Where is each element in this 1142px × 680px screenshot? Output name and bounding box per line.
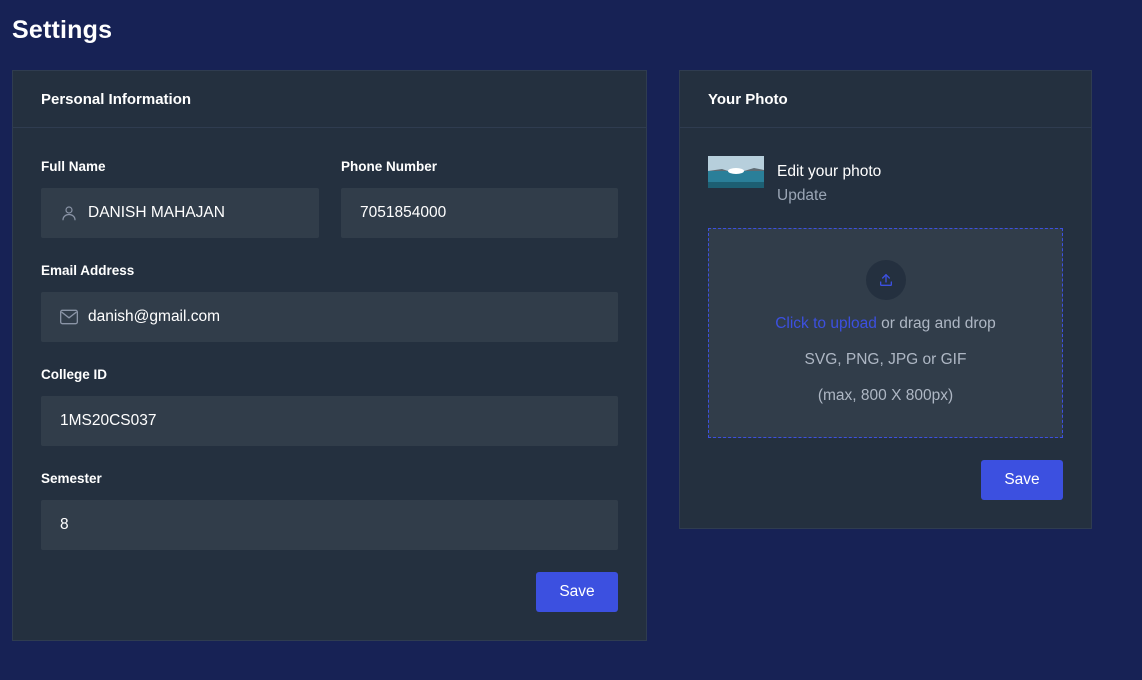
semester-label: Semester [41, 471, 102, 486]
upload-icon [866, 260, 906, 300]
mail-icon [59, 307, 79, 327]
semester-value: 8 [60, 516, 69, 533]
your-photo-card: Your Photo Edit your photo Update Click … [679, 70, 1092, 529]
click-to-upload-link[interactable]: Click to upload [775, 315, 877, 332]
email-address-field[interactable]: danish@gmail.com [41, 292, 618, 342]
your-photo-header: Your Photo [680, 71, 1091, 128]
email-address-value: danish@gmail.com [88, 308, 221, 325]
dropzone-formats: SVG, PNG, JPG or GIF [804, 351, 967, 368]
drag-drop-text: or drag and drop [876, 315, 996, 332]
settings-page: Settings Personal Information Full Name … [0, 0, 1142, 680]
full-name-label: Full Name [41, 159, 106, 174]
dropzone-limits: (max, 800 X 800px) [817, 387, 954, 404]
update-photo-link[interactable]: Update [777, 187, 827, 205]
full-name-field[interactable]: DANISH MAHAJAN [41, 188, 319, 238]
college-id-value: 1MS20CS037 [60, 412, 157, 429]
save-personal-button[interactable]: Save [536, 572, 618, 612]
semester-field[interactable]: 8 [41, 500, 618, 550]
profile-photo-thumbnail [708, 156, 764, 188]
photo-dropzone[interactable]: Click to upload or drag and drop SVG, PN… [708, 228, 1063, 438]
dropzone-instructions: Click to upload or drag and drop [709, 315, 1062, 333]
college-id-label: College ID [41, 367, 108, 382]
phone-number-label: Phone Number [341, 159, 438, 174]
phone-number-value: 7051854000 [360, 204, 447, 221]
edit-photo-title: Edit your photo [777, 163, 882, 180]
page-title: Settings [12, 16, 113, 44]
user-icon [59, 203, 79, 223]
personal-information-card: Personal Information Full Name DANISH MA… [12, 70, 647, 641]
email-address-label: Email Address [41, 263, 135, 278]
personal-information-header: Personal Information [13, 71, 646, 128]
save-photo-button[interactable]: Save [981, 460, 1063, 500]
full-name-value: DANISH MAHAJAN [88, 204, 225, 221]
college-id-field[interactable]: 1MS20CS037 [41, 396, 618, 446]
phone-number-field[interactable]: 7051854000 [341, 188, 618, 238]
